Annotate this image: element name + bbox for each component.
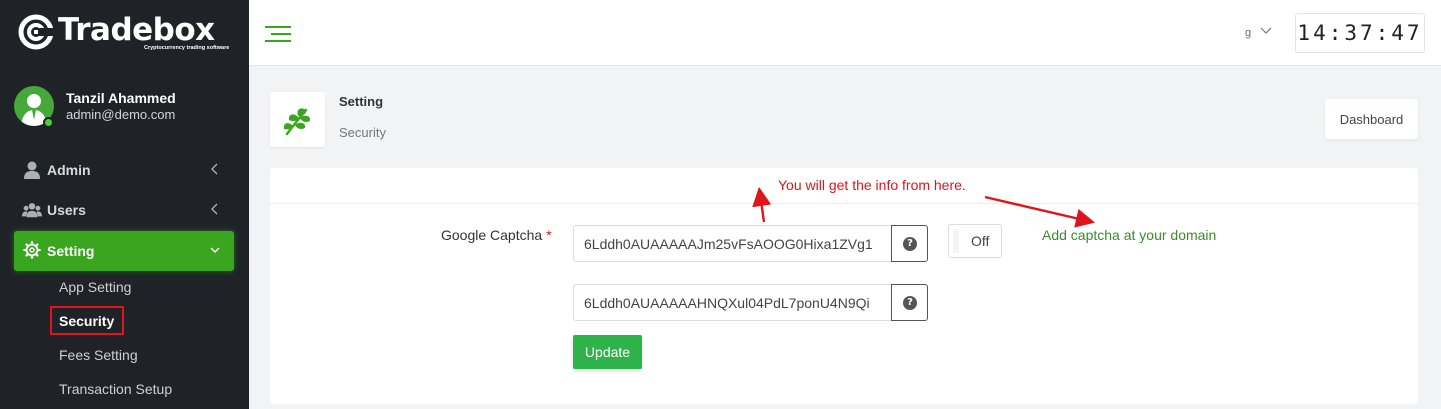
sidebar-item-setting[interactable]: Setting	[14, 231, 234, 271]
dashboard-button[interactable]: Dashboard	[1325, 99, 1418, 139]
brand-logo[interactable]: Tradebox Cryptocurrency trading software	[18, 12, 233, 56]
chevron-down-icon[interactable]	[1259, 26, 1273, 36]
user-email: admin@demo.com	[66, 107, 176, 122]
card-header-divider	[270, 203, 1418, 204]
brand-name: Tradebox	[58, 12, 215, 48]
page-title: Setting	[339, 94, 384, 109]
required-mark: *	[546, 227, 552, 243]
users-icon	[22, 203, 42, 218]
chevron-down-icon	[210, 247, 220, 253]
sidebar-subitem-app-setting[interactable]: App Setting	[59, 279, 131, 295]
sidebar-item-label: Users	[47, 202, 86, 218]
online-status-dot	[43, 117, 54, 128]
user-profile[interactable]: Tanzil Ahammed admin@demo.com	[14, 86, 244, 128]
question-circle-icon: ?	[903, 296, 917, 310]
chevron-left-icon	[211, 203, 218, 215]
sidebar: Tradebox Cryptocurrency trading software…	[0, 0, 249, 409]
page-subtitle: Security	[339, 125, 386, 140]
digital-clock: 14:37:47	[1295, 13, 1425, 53]
add-captcha-domain-link[interactable]: Add captcha at your domain	[1042, 227, 1216, 243]
brand-tagline: Cryptocurrency trading software	[144, 45, 230, 51]
topbar: g 14:37:47	[249, 0, 1441, 66]
annotation-text: You will get the info from here.	[778, 177, 966, 193]
google-captcha-label: Google Captcha *	[441, 227, 552, 243]
sidebar-item-admin[interactable]: Admin	[14, 150, 234, 190]
user-name: Tanzil Ahammed	[66, 90, 176, 106]
page-icon-box	[270, 92, 325, 147]
captcha-site-key-input[interactable]	[573, 225, 892, 262]
question-circle-icon: ?	[903, 237, 917, 251]
language-selector[interactable]: g	[1245, 27, 1251, 39]
toggle-knob	[953, 229, 959, 253]
site-key-help-button[interactable]: ?	[891, 225, 928, 262]
captcha-secret-key-input[interactable]	[573, 284, 892, 321]
user-icon	[24, 161, 40, 179]
sidebar-item-label: Admin	[47, 162, 91, 178]
toggle-label: Off	[971, 233, 990, 249]
logo-coin-icon	[18, 14, 54, 50]
hamburger-menu-icon[interactable]	[263, 24, 293, 44]
chevron-left-icon	[211, 163, 218, 175]
sidebar-item-users[interactable]: Users	[14, 190, 234, 230]
update-button[interactable]: Update	[573, 335, 642, 369]
sidebar-item-label: Setting	[47, 243, 95, 259]
secret-key-help-button[interactable]: ?	[891, 284, 928, 321]
sidebar-subitem-security[interactable]: Security	[50, 306, 125, 335]
sidebar-subitem-transaction-setup[interactable]: Transaction Setup	[59, 381, 172, 397]
sidebar-subitem-fees-setting[interactable]: Fees Setting	[59, 347, 138, 363]
leaf-icon	[283, 108, 311, 136]
captcha-toggle[interactable]: Off	[948, 224, 1002, 258]
gear-icon	[23, 241, 41, 259]
